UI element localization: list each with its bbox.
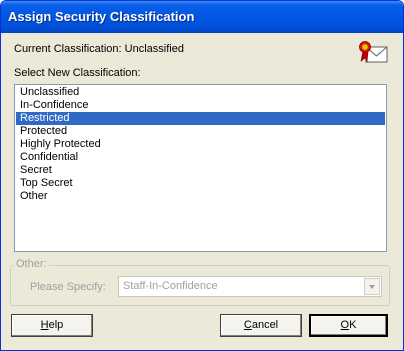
cancel-label-rest: ancel	[251, 319, 279, 331]
list-item-in-confidence[interactable]: In-Confidence	[16, 99, 385, 112]
list-item-other[interactable]: Other	[16, 190, 385, 203]
current-classification-label: Current Classification: Unclassified	[14, 43, 184, 55]
dialog-window: Assign Security Classification Current C…	[0, 0, 404, 351]
help-button[interactable]: Help	[11, 314, 93, 337]
ok-mnemonic: O	[340, 319, 350, 331]
cancel-button[interactable]: Cancel	[220, 314, 302, 337]
dialog-body: Current Classification: Unclassified Sel…	[4, 33, 400, 347]
help-label-rest: elp	[48, 319, 64, 331]
other-group-label: Other:	[14, 258, 49, 270]
ok-button[interactable]: OK	[309, 314, 388, 337]
ok-label-rest: K	[349, 319, 357, 331]
cancel-mnemonic: C	[243, 319, 252, 331]
title-bar[interactable]: Assign Security Classification	[1, 1, 403, 33]
please-specify-label: Please Specify:	[30, 281, 106, 293]
please-specify-value: Staff-In-Confidence	[123, 280, 218, 292]
select-classification-label: Select New Classification:	[14, 67, 141, 79]
certificate-ribbon-envelope-icon	[358, 39, 388, 65]
help-mnemonic: H	[40, 319, 49, 331]
classification-listbox[interactable]: Unclassified In-Confidence Restricted Pr…	[14, 84, 387, 252]
list-item-top-secret[interactable]: Top Secret	[16, 177, 385, 190]
window-title: Assign Security Classification	[8, 9, 195, 24]
list-item-highly-protected[interactable]: Highly Protected	[16, 138, 385, 151]
list-item-restricted[interactable]: Restricted	[16, 112, 385, 125]
please-specify-combobox[interactable]: Staff-In-Confidence	[118, 276, 382, 297]
certificate-ribbon-envelope-icon-graphic	[359, 41, 388, 64]
list-item-protected[interactable]: Protected	[16, 125, 385, 138]
chevron-down-icon	[369, 285, 375, 289]
list-item-confidential[interactable]: Confidential	[16, 151, 385, 164]
list-item-secret[interactable]: Secret	[16, 164, 385, 177]
list-item-unclassified[interactable]: Unclassified	[16, 86, 385, 99]
combo-dropdown-button[interactable]	[364, 278, 380, 295]
